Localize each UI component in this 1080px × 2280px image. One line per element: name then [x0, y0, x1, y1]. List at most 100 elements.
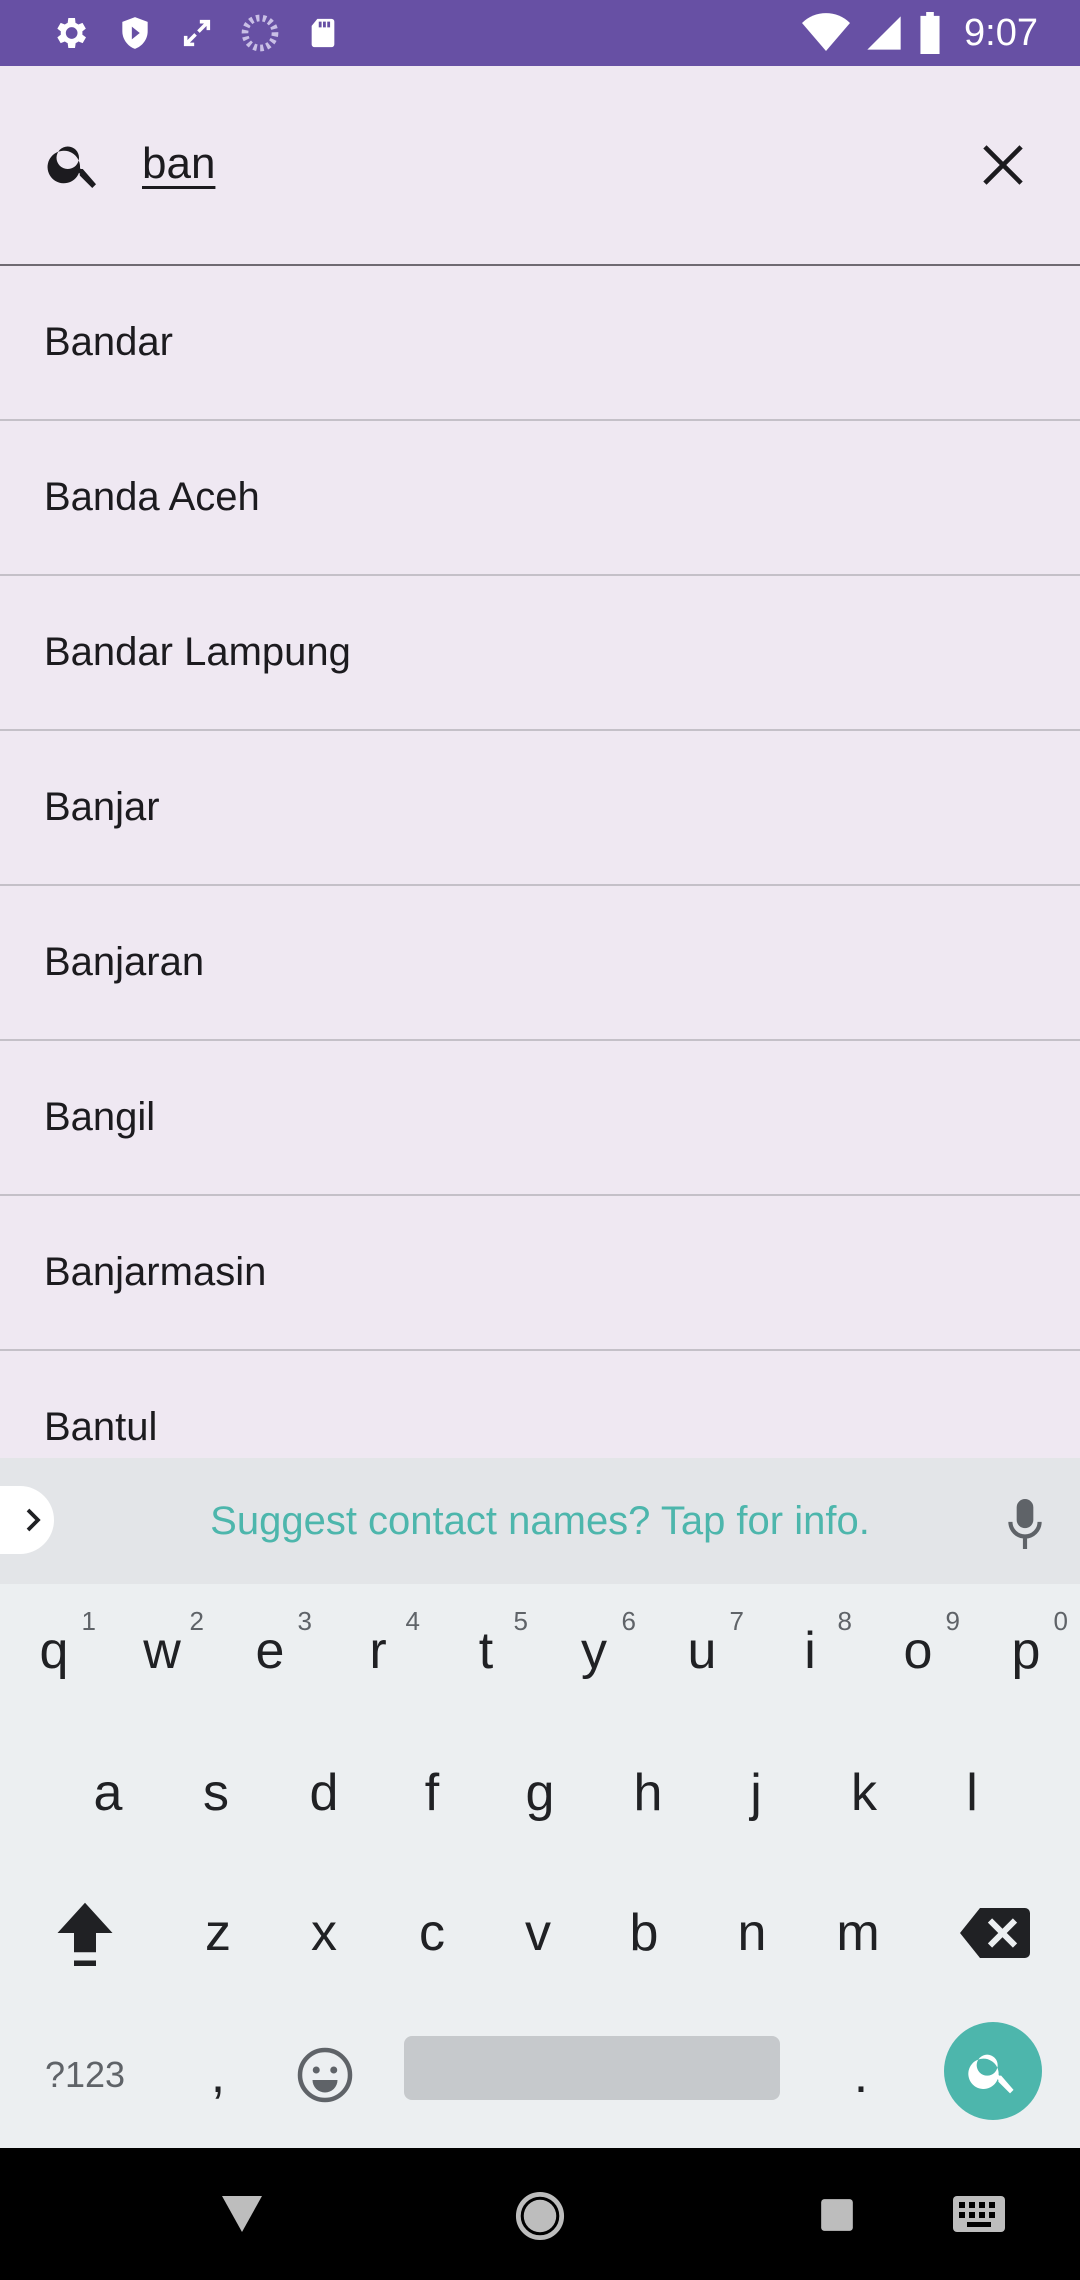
key-label: a: [93, 1764, 123, 1822]
back-icon[interactable]: [218, 2192, 266, 2236]
key-label: d: [309, 1764, 339, 1822]
list-item[interactable]: Bandar Lampung: [0, 576, 1080, 731]
key-label: r: [369, 1622, 387, 1680]
shield-icon: [122, 17, 148, 49]
key-h[interactable]: h: [594, 1726, 702, 1860]
backspace-key[interactable]: [940, 1866, 1050, 2000]
key-hint: 4: [405, 1606, 420, 1636]
key-label: f: [424, 1764, 440, 1822]
key-s[interactable]: s: [162, 1726, 270, 1860]
emoji-key[interactable]: [270, 2008, 380, 2142]
key-g[interactable]: g: [486, 1726, 594, 1860]
key-label: e: [255, 1622, 285, 1680]
key-hint: 5: [513, 1606, 528, 1636]
key-label: x: [311, 1904, 337, 1962]
navigation-bar: [0, 2148, 1080, 2280]
search-action-button[interactable]: [944, 2022, 1042, 2120]
list-item[interactable]: Bandar: [0, 266, 1080, 421]
key-z[interactable]: z: [164, 1866, 272, 2000]
emoji-icon: [297, 2047, 353, 2103]
key-x[interactable]: x: [270, 1866, 378, 2000]
key-label: .: [853, 2046, 869, 2104]
key-hint: 0: [1053, 1606, 1068, 1636]
home-icon[interactable]: [514, 2190, 566, 2242]
keyboard-switch-icon[interactable]: [950, 2194, 1008, 2234]
shift-icon: [57, 1902, 113, 1966]
key-c[interactable]: c: [378, 1866, 486, 2000]
key-period[interactable]: .: [806, 2008, 916, 2142]
key-label: l: [966, 1764, 978, 1822]
backspace-icon: [960, 1908, 1030, 1958]
battery-icon: [920, 12, 940, 54]
key-label: v: [525, 1904, 551, 1962]
key-hint: 8: [837, 1606, 852, 1636]
key-hint: 7: [729, 1606, 744, 1636]
shift-key[interactable]: [30, 1866, 140, 2000]
symbols-key[interactable]: ?123: [20, 2008, 150, 2142]
list-item[interactable]: Banda Aceh: [0, 421, 1080, 576]
key-label: u: [687, 1622, 717, 1680]
key-j[interactable]: j: [702, 1726, 810, 1860]
list-item-label: Banjar: [44, 785, 160, 829]
suggestion-text[interactable]: Suggest contact names? Tap for info.: [0, 1458, 1080, 1584]
key-e[interactable]: e3: [216, 1584, 324, 1718]
key-a[interactable]: a: [54, 1726, 162, 1860]
list-item-label: Banjarmasin: [44, 1250, 267, 1294]
key-label: p: [1011, 1622, 1041, 1680]
key-l[interactable]: l: [918, 1726, 1026, 1860]
list-item[interactable]: Banjarmasin: [0, 1196, 1080, 1351]
list-item[interactable]: Banjar: [0, 731, 1080, 886]
key-q[interactable]: q1: [0, 1584, 108, 1718]
key-u[interactable]: u7: [648, 1584, 756, 1718]
list-item[interactable]: Bantul: [0, 1351, 1080, 1458]
key-f[interactable]: f: [378, 1726, 486, 1860]
key-label: m: [836, 1904, 880, 1962]
key-comma[interactable]: ,: [168, 2008, 268, 2142]
key-label: i: [804, 1622, 816, 1680]
key-p[interactable]: p0: [972, 1584, 1080, 1718]
key-r[interactable]: r4: [324, 1584, 432, 1718]
close-icon[interactable]: [972, 134, 1034, 196]
status-bar: 9:07: [0, 0, 1080, 66]
key-b[interactable]: b: [590, 1866, 698, 2000]
key-label: q: [39, 1622, 69, 1680]
key-k[interactable]: k: [810, 1726, 918, 1860]
list-item-label: Bantul: [44, 1405, 158, 1449]
list-item-label: Banjaran: [44, 940, 205, 984]
space-key[interactable]: [404, 2036, 780, 2100]
search-bar: [0, 66, 1080, 264]
key-label: s: [203, 1764, 229, 1822]
key-label: g: [525, 1764, 555, 1822]
keyboard: q1 w2 e3 r4 t5 y6 u7 i8 o9 p0 a s d f g …: [0, 1584, 1080, 2148]
loading-icon: [241, 14, 279, 52]
key-w[interactable]: w2: [108, 1584, 216, 1718]
key-o[interactable]: o9: [864, 1584, 972, 1718]
key-i[interactable]: i8: [756, 1584, 864, 1718]
list-item-label: Banda Aceh: [44, 475, 260, 519]
suggestion-strip: Suggest contact names? Tap for info.: [0, 1458, 1080, 1584]
search-input[interactable]: [142, 126, 922, 202]
key-label: n: [737, 1904, 767, 1962]
sd-card-icon: [311, 18, 335, 48]
settings-icon: [57, 18, 86, 48]
key-y[interactable]: y6: [540, 1584, 648, 1718]
list-item-label: Bandar Lampung: [44, 630, 351, 674]
key-hint: 2: [189, 1606, 204, 1636]
key-label: h: [633, 1764, 663, 1822]
recents-icon[interactable]: [818, 2196, 856, 2234]
key-label: ,: [210, 2046, 226, 2104]
list-item[interactable]: Banjaran: [0, 886, 1080, 1041]
key-label: z: [205, 1904, 231, 1962]
key-label: k: [851, 1764, 877, 1822]
expand-icon: [183, 19, 211, 47]
chevron-right-icon: [26, 1508, 41, 1532]
list-item-label: Bandar: [44, 320, 173, 364]
key-label: ?123: [44, 2054, 126, 2095]
key-m[interactable]: m: [804, 1866, 912, 2000]
key-v[interactable]: v: [484, 1866, 592, 2000]
microphone-icon[interactable]: [1000, 1494, 1050, 1554]
key-t[interactable]: t5: [432, 1584, 540, 1718]
key-n[interactable]: n: [698, 1866, 806, 2000]
list-item[interactable]: Bangil: [0, 1041, 1080, 1196]
key-d[interactable]: d: [270, 1726, 378, 1860]
